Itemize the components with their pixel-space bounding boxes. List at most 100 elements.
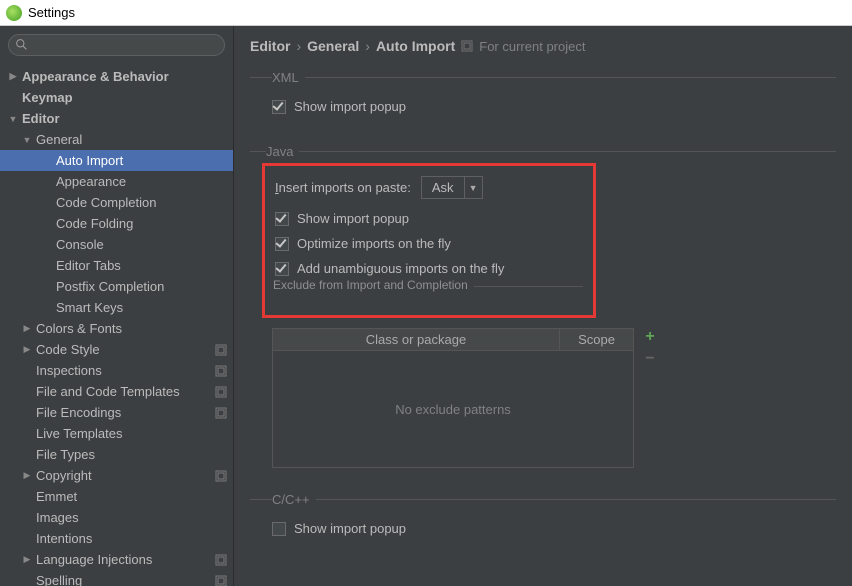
- cpp-legend: C/C++: [272, 492, 316, 507]
- tree-item-label: Editor: [22, 111, 227, 126]
- tree-item[interactable]: ▶Code Folding: [0, 213, 233, 234]
- app-icon: [6, 5, 22, 21]
- project-scope-icon: [215, 344, 227, 356]
- tree-item[interactable]: ▼General: [0, 129, 233, 150]
- tree-item[interactable]: ▶ Language Injections: [0, 549, 233, 570]
- tree-item[interactable]: ▶Console: [0, 234, 233, 255]
- checkbox-checked-icon[interactable]: [275, 262, 289, 276]
- tree-item[interactable]: ▶Images: [0, 507, 233, 528]
- tree-item-label: Images: [36, 510, 227, 525]
- insert-imports-label: Insert imports on paste:: [275, 180, 411, 195]
- tree-expand-down-icon[interactable]: ▼: [8, 114, 18, 124]
- tree-item[interactable]: ▶Appearance & Behavior: [0, 66, 233, 87]
- java-legend: Java: [266, 144, 299, 159]
- tree-item[interactable]: ▶Auto Import: [0, 150, 233, 171]
- optimize-imports-row[interactable]: Optimize imports on the fly: [275, 236, 583, 251]
- tree-expand-down-icon[interactable]: ▼: [22, 135, 32, 145]
- tree-item[interactable]: ▶Spelling: [0, 570, 233, 586]
- tree-item[interactable]: ▶ Colors & Fonts: [0, 318, 233, 339]
- settings-tree[interactable]: ▶Appearance & Behavior▶Keymap▼Editor▼Gen…: [0, 62, 233, 586]
- project-scope-icon: [215, 470, 227, 482]
- breadcrumb: Editor › General › Auto Import For curre…: [250, 38, 836, 54]
- exclude-legend: Exclude from Import and Completion: [273, 286, 583, 301]
- tree-item-label: Keymap: [22, 90, 227, 105]
- chevron-right-icon: ›: [365, 38, 370, 54]
- exclude-empty-text: No exclude patterns: [395, 402, 511, 417]
- tree-item-label: File and Code Templates: [36, 384, 211, 399]
- tree-item[interactable]: ▶ Copyright: [0, 465, 233, 486]
- window-titlebar: Settings: [0, 0, 852, 26]
- tree-item[interactable]: ▶Inspections: [0, 360, 233, 381]
- checkbox-checked-icon[interactable]: [275, 212, 289, 226]
- insert-imports-row: Insert imports on paste: Ask ▼: [275, 176, 583, 199]
- checkbox-checked-icon[interactable]: [275, 237, 289, 251]
- unambiguous-imports-row[interactable]: Add unambiguous imports on the fly: [275, 261, 583, 276]
- dropdown-arrow-icon[interactable]: ▼: [464, 177, 482, 198]
- project-scope-icon: [215, 407, 227, 419]
- tree-item[interactable]: ▼ Editor: [0, 108, 233, 129]
- tree-item[interactable]: ▶File Types: [0, 444, 233, 465]
- exclude-section: Class or package Scope No exclude patter…: [272, 328, 836, 468]
- tree-item[interactable]: ▶ Code Style: [0, 339, 233, 360]
- xml-legend: XML: [272, 70, 305, 85]
- exclude-table-body: No exclude patterns: [273, 351, 633, 467]
- xml-group: XML Show import popup: [250, 70, 836, 130]
- insert-imports-value: Ask: [422, 177, 464, 198]
- col-class[interactable]: Class or package: [273, 329, 560, 350]
- remove-button[interactable]: −: [640, 350, 660, 368]
- java-show-import-popup-row[interactable]: Show import popup: [275, 211, 583, 226]
- tree-item[interactable]: ▶File Encodings: [0, 402, 233, 423]
- tree-item[interactable]: ▶Keymap: [0, 87, 233, 108]
- tree-item[interactable]: ▶Smart Keys: [0, 297, 233, 318]
- breadcrumb-general[interactable]: General: [307, 38, 359, 54]
- project-scope-icon: [215, 554, 227, 566]
- tree-item-label: Console: [56, 237, 227, 252]
- tree-item-label: Emmet: [36, 489, 227, 504]
- xml-show-import-popup-row[interactable]: Show import popup: [272, 99, 836, 114]
- col-scope[interactable]: Scope: [560, 329, 633, 350]
- sidebar: ▶Appearance & Behavior▶Keymap▼Editor▼Gen…: [0, 26, 234, 586]
- tree-item[interactable]: ▶Appearance: [0, 171, 233, 192]
- insert-imports-select[interactable]: Ask ▼: [421, 176, 483, 199]
- tree-expand-right-icon[interactable]: ▶: [22, 323, 32, 334]
- tree-item-label: Editor Tabs: [56, 258, 227, 273]
- tree-item-label: Copyright: [36, 468, 211, 483]
- tree-item-label: Colors & Fonts: [36, 321, 227, 336]
- project-scope-icon: [215, 365, 227, 377]
- tree-item-label: Code Style: [36, 342, 211, 357]
- tree-item[interactable]: ▶Live Templates: [0, 423, 233, 444]
- java-group: Java Insert imports on paste: Ask ▼ Show…: [250, 144, 836, 478]
- tree-expand-right-icon[interactable]: ▶: [22, 470, 32, 481]
- tree-item[interactable]: ▶Code Completion: [0, 192, 233, 213]
- search-row: [0, 26, 233, 62]
- tree-item[interactable]: ▶File and Code Templates: [0, 381, 233, 402]
- tree-item[interactable]: ▶Postfix Completion: [0, 276, 233, 297]
- add-button[interactable]: +: [640, 328, 660, 346]
- label: Show import popup: [297, 211, 409, 226]
- tree-item-label: Intentions: [36, 531, 227, 546]
- cpp-show-import-popup-row[interactable]: Show import popup: [272, 521, 836, 536]
- exclude-controls: + −: [640, 328, 660, 468]
- label: Optimize imports on the fly: [297, 236, 451, 251]
- tree-item-label: Appearance: [56, 174, 227, 189]
- exclude-table[interactable]: Class or package Scope No exclude patter…: [272, 328, 634, 468]
- tree-expand-right-icon[interactable]: ▶: [22, 554, 32, 565]
- tree-item-label: Language Injections: [36, 552, 211, 567]
- tree-item-label: Live Templates: [36, 426, 227, 441]
- tree-item[interactable]: ▶Emmet: [0, 486, 233, 507]
- tree-expand-right-icon[interactable]: ▶: [22, 344, 32, 355]
- project-scope-icon: [461, 40, 473, 52]
- checkbox-checked-icon[interactable]: [272, 100, 286, 114]
- highlighted-section: Insert imports on paste: Ask ▼ Show impo…: [262, 163, 596, 318]
- tree-item-label: File Types: [36, 447, 227, 462]
- cpp-group: C/C++ Show import popup: [250, 492, 836, 552]
- breadcrumb-editor[interactable]: Editor: [250, 38, 290, 54]
- tree-expand-right-icon[interactable]: ▶: [8, 71, 18, 82]
- tree-item[interactable]: ▶Intentions: [0, 528, 233, 549]
- search-input[interactable]: [8, 34, 225, 56]
- tree-item-label: Smart Keys: [56, 300, 227, 315]
- checkbox-unchecked-icon[interactable]: [272, 522, 286, 536]
- tree-item[interactable]: ▶Editor Tabs: [0, 255, 233, 276]
- tree-item-label: Code Completion: [56, 195, 227, 210]
- tree-item-label: Postfix Completion: [56, 279, 227, 294]
